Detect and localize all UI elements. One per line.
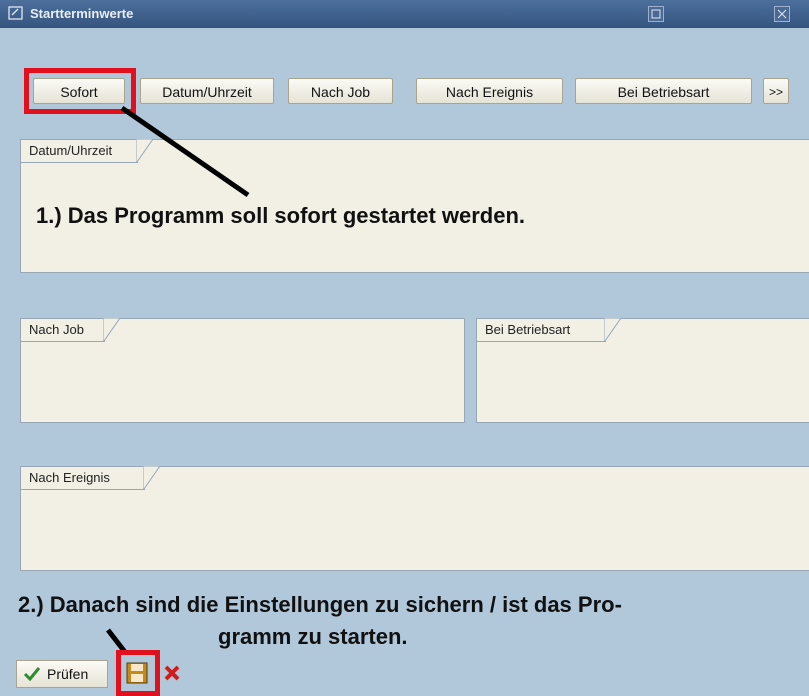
cancel-icon[interactable] [162,663,182,683]
annotation-step2-line2: gramm zu starten. [218,624,408,649]
start-conditions-window: Startterminwerte Sofort Datum/Uhrzeit Na… [0,0,809,696]
arrow-to-sofort [120,105,250,198]
annotation-step1: 1.) Das Programm soll sofort gestartet w… [36,203,526,228]
pruefen-label: Prüfen [47,666,89,682]
annotation-step2-line1: 2.) Danach sind die Einstellungen zu sic… [18,592,622,617]
check-icon [23,666,41,685]
save-icon[interactable] [125,661,149,685]
pruefen-button[interactable]: Prüfen [16,660,108,688]
